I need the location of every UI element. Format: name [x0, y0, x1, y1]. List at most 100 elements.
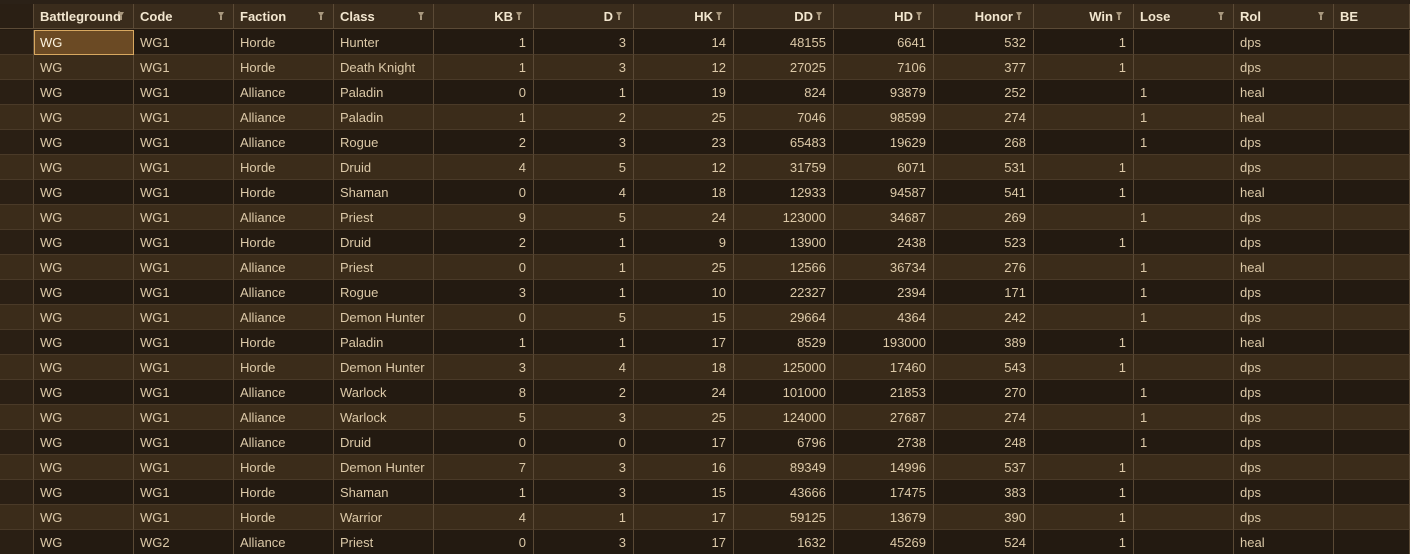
table-cell[interactable]: WG1: [134, 105, 234, 130]
table-cell[interactable]: WG: [34, 105, 134, 130]
table-cell[interactable]: Horde: [234, 30, 334, 55]
table-cell[interactable]: 2: [434, 130, 534, 155]
table-cell[interactable]: 193000: [834, 330, 934, 355]
table-cell[interactable]: WG: [34, 180, 134, 205]
table-cell[interactable]: 12: [634, 155, 734, 180]
table-cell[interactable]: 3: [534, 455, 634, 480]
column-header-battleground[interactable]: Battleground: [34, 4, 134, 29]
table-cell[interactable]: [1334, 355, 1410, 380]
table-cell[interactable]: WG1: [134, 280, 234, 305]
table-cell[interactable]: 101000: [734, 380, 834, 405]
filter-icon[interactable]: [916, 12, 922, 20]
table-cell[interactable]: Priest: [334, 255, 434, 280]
table-cell[interactable]: dps: [1234, 505, 1334, 530]
row-header[interactable]: [0, 80, 34, 105]
table-cell[interactable]: 17: [634, 330, 734, 355]
column-header-class[interactable]: Class: [334, 4, 434, 29]
table-cell[interactable]: WG: [34, 455, 134, 480]
table-cell[interactable]: 93879: [834, 80, 934, 105]
table-cell[interactable]: 65483: [734, 130, 834, 155]
column-header-lose[interactable]: Lose: [1134, 4, 1234, 29]
table-cell[interactable]: 3: [534, 480, 634, 505]
table-cell[interactable]: 824: [734, 80, 834, 105]
filter-icon[interactable]: [118, 12, 124, 20]
table-cell[interactable]: WG1: [134, 255, 234, 280]
table-cell[interactable]: 1: [1134, 305, 1234, 330]
table-cell[interactable]: Alliance: [234, 130, 334, 155]
row-header[interactable]: [0, 355, 34, 380]
table-cell[interactable]: WG1: [134, 430, 234, 455]
column-header-hk[interactable]: HK: [634, 4, 734, 29]
table-cell[interactable]: 270: [934, 380, 1034, 405]
table-cell[interactable]: 1: [1034, 55, 1134, 80]
table-cell[interactable]: 269: [934, 205, 1034, 230]
table-cell[interactable]: 1: [1134, 255, 1234, 280]
table-cell[interactable]: [1334, 80, 1410, 105]
table-cell[interactable]: 524: [934, 530, 1034, 554]
table-cell[interactable]: 252: [934, 80, 1034, 105]
table-cell[interactable]: WG1: [134, 55, 234, 80]
table-cell[interactable]: 1: [434, 330, 534, 355]
table-cell[interactable]: 1: [1134, 405, 1234, 430]
table-cell[interactable]: WG: [34, 55, 134, 80]
table-cell[interactable]: 12: [634, 55, 734, 80]
table-cell[interactable]: 248: [934, 430, 1034, 455]
table-cell[interactable]: dps: [1234, 130, 1334, 155]
table-cell[interactable]: 523: [934, 230, 1034, 255]
table-cell[interactable]: 17460: [834, 355, 934, 380]
table-cell[interactable]: WG: [34, 280, 134, 305]
table-cell[interactable]: Druid: [334, 155, 434, 180]
filter-icon[interactable]: [1218, 12, 1224, 20]
table-cell[interactable]: 1: [434, 30, 534, 55]
table-cell[interactable]: Rogue: [334, 280, 434, 305]
table-cell[interactable]: 1: [1034, 530, 1134, 554]
table-cell[interactable]: 1: [1034, 330, 1134, 355]
table-cell[interactable]: WG: [34, 130, 134, 155]
table-cell[interactable]: 25: [634, 255, 734, 280]
table-cell[interactable]: WG1: [134, 180, 234, 205]
table-cell[interactable]: 242: [934, 305, 1034, 330]
table-cell[interactable]: 29664: [734, 305, 834, 330]
table-cell[interactable]: [1334, 330, 1410, 355]
table-cell[interactable]: [1034, 280, 1134, 305]
column-header-d[interactable]: D: [534, 4, 634, 29]
table-cell[interactable]: 5: [534, 205, 634, 230]
table-cell[interactable]: 2: [534, 105, 634, 130]
table-cell[interactable]: 6071: [834, 155, 934, 180]
table-cell[interactable]: 3: [534, 55, 634, 80]
table-cell[interactable]: [1034, 380, 1134, 405]
filter-icon[interactable]: [418, 12, 424, 20]
column-header-code[interactable]: Code: [134, 4, 234, 29]
table-cell[interactable]: 5: [534, 305, 634, 330]
filter-icon[interactable]: [616, 12, 622, 20]
table-cell[interactable]: Horde: [234, 155, 334, 180]
table-cell[interactable]: 1: [1134, 430, 1234, 455]
table-cell[interactable]: [1334, 155, 1410, 180]
table-cell[interactable]: 3: [534, 130, 634, 155]
table-cell[interactable]: 25: [634, 405, 734, 430]
table-cell[interactable]: 0: [434, 430, 534, 455]
table-cell[interactable]: 1: [1134, 380, 1234, 405]
table-cell[interactable]: 12933: [734, 180, 834, 205]
table-cell[interactable]: WG: [34, 305, 134, 330]
table-cell[interactable]: 12566: [734, 255, 834, 280]
table-cell[interactable]: WG: [34, 505, 134, 530]
table-cell[interactable]: 17: [634, 530, 734, 554]
table-cell[interactable]: 94587: [834, 180, 934, 205]
filter-icon[interactable]: [318, 12, 324, 20]
table-cell[interactable]: 1: [534, 505, 634, 530]
table-cell[interactable]: dps: [1234, 155, 1334, 180]
row-header[interactable]: [0, 430, 34, 455]
row-header[interactable]: [0, 55, 34, 80]
table-cell[interactable]: 34687: [834, 205, 934, 230]
table-cell[interactable]: dps: [1234, 405, 1334, 430]
table-cell[interactable]: 274: [934, 105, 1034, 130]
table-cell[interactable]: Horde: [234, 505, 334, 530]
table-cell[interactable]: WG1: [134, 205, 234, 230]
table-cell[interactable]: WG: [34, 430, 134, 455]
table-cell[interactable]: 1: [434, 480, 534, 505]
table-cell[interactable]: Alliance: [234, 255, 334, 280]
table-cell[interactable]: 22327: [734, 280, 834, 305]
table-cell[interactable]: Alliance: [234, 205, 334, 230]
table-cell[interactable]: 16: [634, 455, 734, 480]
